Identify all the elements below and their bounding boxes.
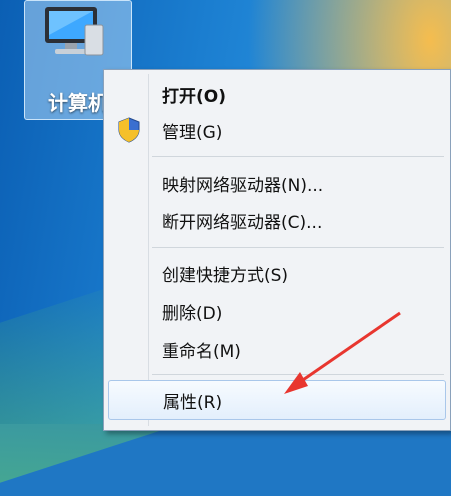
menu-item-rename[interactable]: 重命名(M) xyxy=(108,329,446,369)
context-menu: 打开(O) 管理(G) 映射网络驱动器(N)... 断开网络驱动器(C)... … xyxy=(103,69,451,431)
menu-item-label: 映射网络驱动器(N)... xyxy=(162,175,324,196)
uac-shield-icon xyxy=(118,117,140,143)
menu-separator xyxy=(152,156,444,157)
menu-item-map-network-drive[interactable]: 映射网络驱动器(N)... xyxy=(108,163,446,203)
menu-item-disconnect-network-drive[interactable]: 断开网络驱动器(C)... xyxy=(108,200,446,240)
menu-item-label: 断开网络驱动器(C)... xyxy=(162,212,323,233)
computer-icon xyxy=(45,7,104,56)
menu-item-label: 删除(D) xyxy=(162,303,223,324)
menu-item-label: 创建快捷方式(S) xyxy=(162,265,289,286)
menu-item-create-shortcut[interactable]: 创建快捷方式(S) xyxy=(108,253,446,293)
menu-item-label: 重命名(M) xyxy=(162,341,241,362)
menu-item-properties[interactable]: 属性(R) xyxy=(108,380,446,420)
menu-item-delete[interactable]: 删除(D) xyxy=(108,291,446,331)
menu-item-label: 打开(O) xyxy=(162,86,226,107)
menu-separator xyxy=(152,374,444,375)
menu-item-open[interactable]: 打开(O) xyxy=(108,74,446,114)
menu-item-label: 管理(G) xyxy=(162,122,223,143)
menu-item-manage[interactable]: 管理(G) xyxy=(108,110,446,150)
menu-item-label: 属性(R) xyxy=(163,392,223,413)
menu-separator xyxy=(152,247,444,248)
